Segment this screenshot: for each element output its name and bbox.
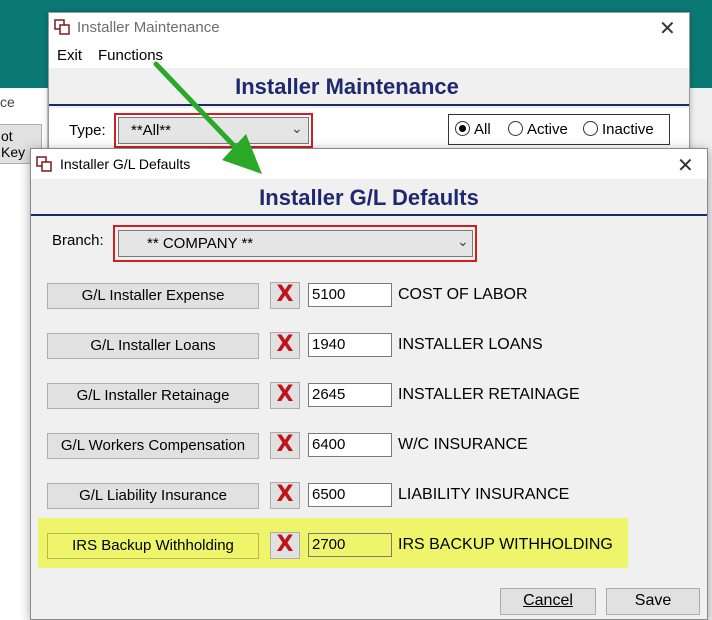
gl-installer-retainage-button[interactable]: G/L Installer Retainage — [47, 383, 259, 409]
branch-label: Branch: — [52, 232, 104, 249]
clear-x-icon[interactable]: X — [270, 432, 300, 459]
menu-exit[interactable]: Exit — [57, 47, 82, 64]
account-description-loans: INSTALLER LOANS — [398, 336, 543, 353]
background-label: ce — [0, 94, 15, 110]
radio-all-circle — [455, 121, 470, 136]
account-field-irs[interactable]: 2700 — [308, 533, 392, 557]
installer-heading-rule — [49, 104, 689, 106]
irs-backup-withholding-button[interactable]: IRS Backup Withholding — [47, 533, 259, 559]
cancel-button[interactable]: Cancel — [500, 588, 596, 615]
account-field-workers-comp[interactable]: 6400 — [308, 433, 392, 457]
branch-select-value: ** COMPANY ** — [147, 235, 254, 252]
account-description-retainage: INSTALLER RETAINAGE — [398, 386, 580, 403]
clear-x-icon[interactable]: X — [270, 532, 300, 559]
installer-heading: Installer Maintenance — [235, 74, 459, 99]
gl-dialog-title: Installer G/L Defaults — [60, 156, 191, 172]
menu-exit-label: Exit — [57, 47, 83, 64]
dialog-close-icon[interactable]: ✕ — [677, 153, 694, 177]
account-field-loans[interactable]: 1940 — [308, 333, 392, 357]
app-window-icon — [54, 19, 70, 35]
account-field-retainage[interactable]: 2645 — [308, 383, 392, 407]
type-label: Type: — [69, 122, 106, 139]
installer-window-title: Installer Maintenance — [77, 19, 220, 36]
gl-liability-insurance-button[interactable]: G/L Liability Insurance — [47, 483, 259, 509]
radio-active-circle — [508, 121, 523, 136]
clear-x-icon[interactable]: X — [270, 282, 300, 309]
clear-x-icon[interactable]: X — [270, 482, 300, 509]
branch-select[interactable]: ** COMPANY ** — [118, 230, 473, 257]
gl-installer-loans-button[interactable]: G/L Installer Loans — [47, 333, 259, 359]
chevron-down-icon: ⌄ — [291, 121, 303, 137]
cancel-button-label: Cancel — [523, 592, 573, 609]
radio-all-label: All — [474, 121, 491, 138]
save-button-label: Save — [634, 592, 672, 609]
menu-functions[interactable]: Functions — [98, 47, 163, 64]
gl-workers-compensation-button[interactable]: G/L Workers Compensation — [47, 433, 259, 459]
radio-active-label: Active — [527, 121, 568, 138]
radio-active[interactable]: Active — [508, 121, 568, 138]
clear-x-icon[interactable]: X — [270, 382, 300, 409]
account-description-workers-comp: W/C INSURANCE — [398, 436, 528, 453]
gl-installer-expense-button[interactable]: G/L Installer Expense — [47, 283, 259, 309]
account-field-liability[interactable]: 6500 — [308, 483, 392, 507]
gl-heading-rule — [31, 214, 707, 216]
radio-inactive-label: Inactive — [602, 121, 654, 138]
clear-x-icon[interactable]: X — [270, 332, 300, 359]
account-description-expense: COST OF LABOR — [398, 286, 528, 303]
menu-functions-label: Functions — [98, 47, 164, 64]
radio-all[interactable]: All — [455, 121, 491, 138]
account-field-expense[interactable]: 5100 — [308, 283, 392, 307]
account-description-liability: LIABILITY INSURANCE — [398, 486, 570, 503]
account-description-irs: IRS BACKUP WITHHOLDING — [398, 536, 613, 553]
branch-chevron-down-icon: ⌄ — [457, 234, 469, 250]
dialog-window-icon — [36, 156, 52, 172]
radio-inactive-circle — [583, 121, 598, 136]
type-select-value: **All** — [131, 122, 172, 139]
close-icon[interactable]: ✕ — [659, 16, 676, 40]
gl-heading: Installer G/L Defaults — [259, 185, 479, 210]
radio-inactive[interactable]: Inactive — [583, 121, 654, 138]
type-select[interactable]: **All** — [118, 117, 309, 144]
save-button[interactable]: Save — [606, 588, 700, 615]
